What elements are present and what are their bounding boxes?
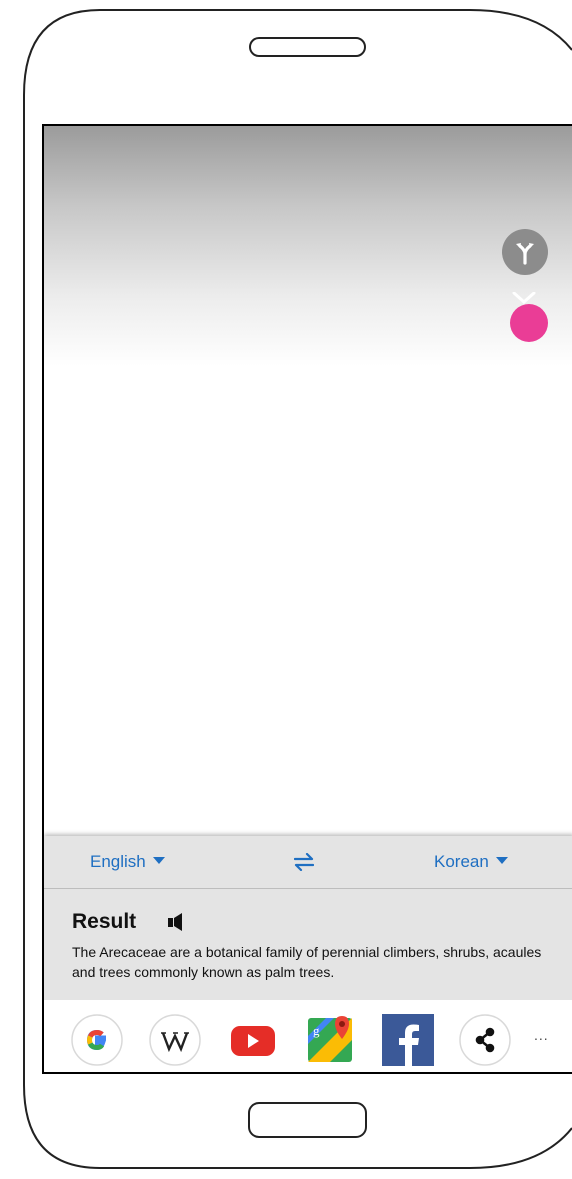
target-language-label: Korean — [434, 852, 489, 871]
wikipedia-icon[interactable] — [149, 1014, 201, 1066]
facebook-icon[interactable] — [382, 1014, 434, 1066]
share-icon[interactable] — [459, 1014, 511, 1066]
home-button[interactable] — [248, 1102, 367, 1138]
source-language-label: English — [90, 852, 146, 871]
target-language-select[interactable]: Korean — [434, 852, 508, 872]
google-icon[interactable] — [71, 1014, 123, 1066]
share-bar: g ... — [44, 1000, 572, 1072]
capture-button[interactable] — [510, 304, 548, 342]
language-bar: English Korean — [44, 836, 572, 889]
google-maps-icon[interactable]: g — [304, 1014, 356, 1066]
speaker-slot — [249, 37, 366, 57]
youtube-icon[interactable] — [227, 1014, 279, 1066]
split-arrows-icon[interactable] — [502, 229, 548, 275]
more-button[interactable]: ... — [534, 1027, 549, 1043]
swap-arrows-icon[interactable] — [294, 853, 314, 871]
result-title: Result — [72, 910, 137, 933]
svg-text:g: g — [313, 1023, 320, 1038]
chevron-down-icon[interactable] — [512, 292, 536, 304]
source-language-select[interactable]: English — [90, 852, 165, 872]
translation-panel: English Korean Result The Arecaceae are … — [44, 836, 572, 1072]
result-text: The Arecaceae are a botanical family of … — [72, 944, 542, 980]
app-screen: English Korean Result The Arecaceae are … — [42, 124, 572, 1074]
speaker-icon[interactable] — [168, 913, 184, 931]
dropdown-arrow-icon — [495, 857, 508, 864]
dropdown-arrow-icon — [152, 857, 165, 864]
